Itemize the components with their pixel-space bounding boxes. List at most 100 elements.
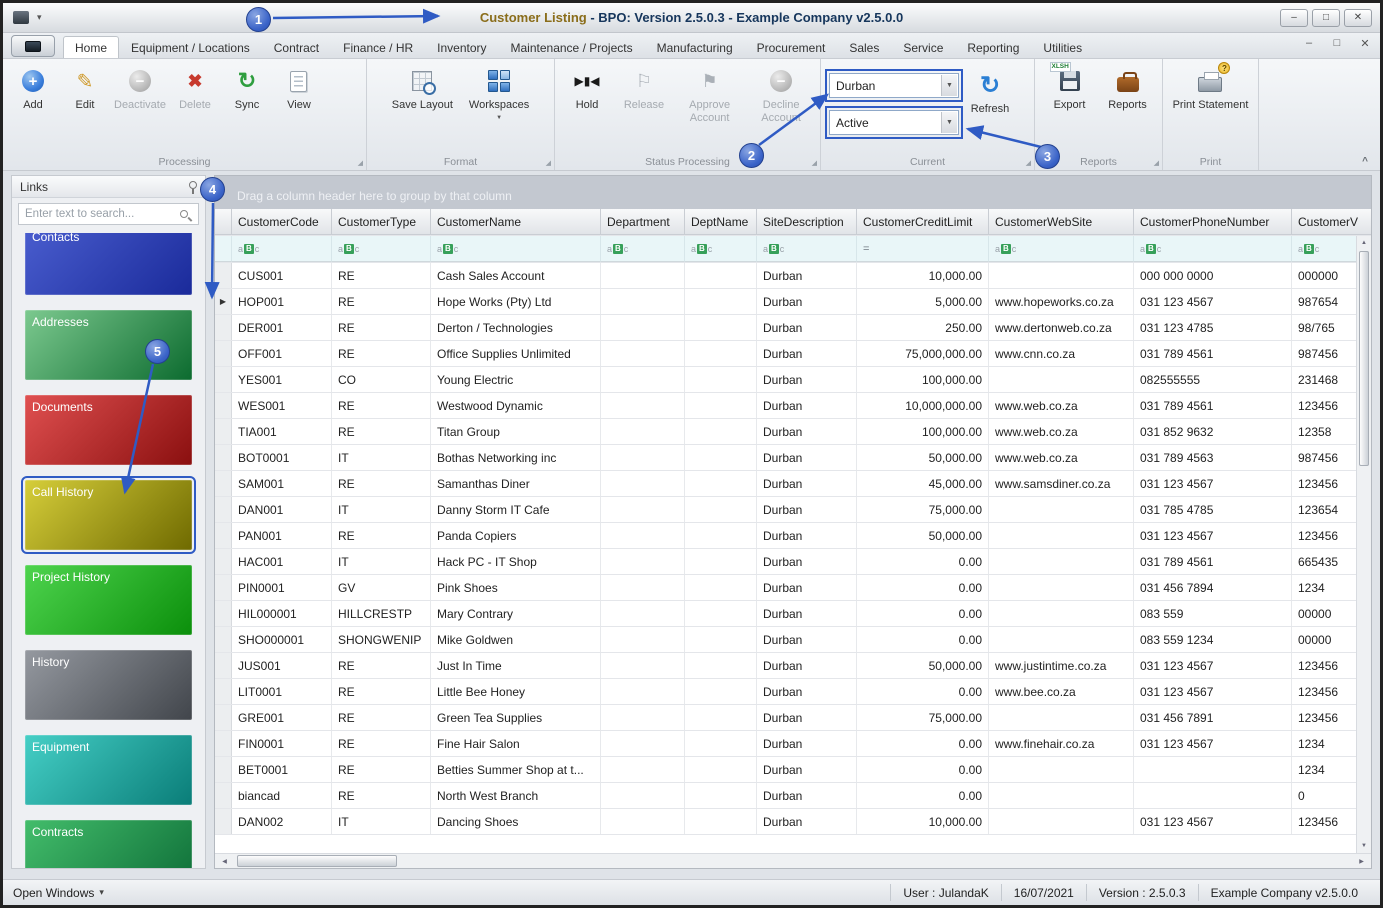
release-button[interactable]: ⚐ Release (615, 63, 673, 115)
horizontal-scrollbar[interactable]: ◀ ▶ (215, 853, 1371, 868)
column-header-department[interactable]: Department (601, 209, 685, 235)
filter-customertype[interactable]: aBc (332, 236, 431, 262)
scroll-down-icon[interactable]: ▼ (1357, 839, 1371, 853)
dialog-launcher-icon[interactable]: ◢ (1026, 159, 1031, 167)
app-icon[interactable] (13, 11, 29, 24)
delete-button[interactable]: ✖ Delete (169, 63, 221, 115)
ribbon-tab[interactable]: Inventory (425, 36, 498, 58)
column-header-customerphonenumber[interactable]: CustomerPhoneNumber (1134, 209, 1292, 235)
ribbon-tab[interactable]: Utilities (1031, 36, 1094, 58)
ribbon-tab[interactable]: Home (63, 36, 119, 58)
print-statement-button[interactable]: ? Print Statement (1170, 63, 1252, 115)
column-header-deptname[interactable]: DeptName (685, 209, 757, 235)
quick-access-chevron-icon[interactable]: ▾ (37, 12, 42, 23)
app-menu-button[interactable] (11, 35, 55, 57)
table-row[interactable]: SAM001 RE Samanthas Diner Durban 45,000.… (215, 471, 1371, 497)
table-row[interactable]: BOT0001 IT Bothas Networking inc Durban … (215, 445, 1371, 471)
hold-button[interactable]: ▶▮◀ Hold (559, 63, 615, 115)
filter-customercode[interactable]: aBc (232, 236, 332, 262)
sidebar-tile[interactable]: History (25, 650, 192, 720)
table-row[interactable]: GRE001 RE Green Tea Supplies Durban 75,0… (215, 705, 1371, 731)
vertical-scroll-thumb[interactable] (1359, 251, 1369, 466)
decline-account-button[interactable]: − Decline Account (746, 63, 816, 127)
save-layout-button[interactable]: Save Layout (389, 63, 456, 115)
dialog-launcher-icon[interactable]: ◢ (546, 159, 551, 167)
sidebar-tile[interactable]: Project History (25, 565, 192, 635)
column-header-sitedescription[interactable]: SiteDescription (757, 209, 857, 235)
approve-account-button[interactable]: ⚑ Approve Account (673, 63, 746, 127)
table-row[interactable]: PAN001 RE Panda Copiers Durban 50,000.00… (215, 523, 1371, 549)
scroll-right-icon[interactable]: ▶ (1354, 854, 1369, 868)
site-filter-select[interactable]: Durban ▼ (829, 73, 959, 98)
table-row[interactable]: JUS001 RE Just In Time Durban 50,000.00 … (215, 653, 1371, 679)
table-row[interactable]: HAC001 IT Hack PC - IT Shop Durban 0.00 … (215, 549, 1371, 575)
column-header-customerwebsite[interactable]: CustomerWebSite (989, 209, 1134, 235)
ribbon-tab[interactable]: Procurement (745, 36, 838, 58)
column-header-customercreditlimit[interactable]: CustomerCreditLimit (857, 209, 989, 235)
filter-sitedescription[interactable]: aBc (757, 236, 857, 262)
sidebar-tile[interactable]: Contacts (25, 233, 192, 295)
ribbon-tab[interactable]: Manufacturing (645, 36, 745, 58)
search-input[interactable] (25, 208, 180, 220)
pin-icon[interactable] (189, 181, 197, 189)
table-row[interactable]: biancad RE North West Branch Durban 0.00… (215, 783, 1371, 809)
window-minimize-button[interactable]: – (1280, 9, 1308, 27)
sync-button[interactable]: ↻ Sync (221, 63, 273, 115)
table-row[interactable]: TIA001 RE Titan Group Durban 100,000.00 … (215, 419, 1371, 445)
document-close-icon[interactable]: ✕ (1356, 37, 1374, 50)
sidebar-tile[interactable]: Call History (25, 480, 192, 550)
sidebar-tile[interactable]: Equipment (25, 735, 192, 805)
scroll-left-icon[interactable]: ◀ (217, 854, 232, 868)
dialog-launcher-icon[interactable]: ◢ (812, 159, 817, 167)
filter-deptname[interactable]: aBc (685, 236, 757, 262)
column-header-customername[interactable]: CustomerName (431, 209, 601, 235)
dialog-launcher-icon[interactable]: ◢ (1154, 159, 1159, 167)
table-row[interactable]: WES001 RE Westwood Dynamic Durban 10,000… (215, 393, 1371, 419)
table-row[interactable]: BET0001 RE Betties Summer Shop at t... D… (215, 757, 1371, 783)
ribbon-tab[interactable]: Contract (262, 36, 331, 58)
collapse-ribbon-icon[interactable]: ^ (1362, 156, 1368, 167)
filter-department[interactable]: aBc (601, 236, 685, 262)
sidebar-tile[interactable]: Documents (25, 395, 192, 465)
table-row[interactable]: OFF001 RE Office Supplies Unlimited Durb… (215, 341, 1371, 367)
ribbon-tab[interactable]: Finance / HR (331, 36, 425, 58)
status-filter-select[interactable]: Active ▼ (829, 110, 959, 135)
workspaces-button[interactable]: Workspaces ▼ (466, 63, 532, 124)
filter-customerwebsite[interactable]: aBc (989, 236, 1134, 262)
column-header-customervat[interactable]: CustomerV (1292, 209, 1371, 235)
window-maximize-button[interactable]: □ (1312, 9, 1340, 27)
document-restore-icon[interactable]: □ (1328, 37, 1346, 50)
table-row[interactable]: SHO000001 SHONGWENIP Mike Goldwen Durban… (215, 627, 1371, 653)
reports-button[interactable]: Reports (1102, 63, 1154, 115)
table-row[interactable]: YES001 CO Young Electric Durban 100,000.… (215, 367, 1371, 393)
table-row[interactable]: DER001 RE Derton / Technologies Durban 2… (215, 315, 1371, 341)
scroll-up-icon[interactable]: ▲ (1357, 236, 1371, 250)
table-row[interactable]: DAN002 IT Dancing Shoes Durban 10,000.00… (215, 809, 1371, 835)
document-minimize-icon[interactable]: – (1300, 37, 1318, 50)
ribbon-tab[interactable]: Reporting (955, 36, 1031, 58)
open-windows-button[interactable]: Open Windows ▾ (13, 886, 104, 900)
ribbon-tab[interactable]: Service (891, 36, 955, 58)
window-close-button[interactable]: ✕ (1344, 9, 1372, 27)
ribbon-tab[interactable]: Sales (837, 36, 891, 58)
table-row[interactable]: LIT0001 RE Little Bee Honey Durban 0.00 … (215, 679, 1371, 705)
chevron-down-icon[interactable]: ▼ (941, 112, 957, 133)
table-row[interactable]: DAN001 IT Danny Storm IT Cafe Durban 75,… (215, 497, 1371, 523)
filter-customercreditlimit[interactable]: = (857, 236, 989, 262)
sidebar-tile[interactable]: Contracts (25, 820, 192, 868)
column-header-customertype[interactable]: CustomerType (332, 209, 431, 235)
export-button[interactable]: XLSH Export (1044, 63, 1096, 115)
deactivate-button[interactable]: − Deactivate (111, 63, 169, 115)
filter-customername[interactable]: aBc (431, 236, 601, 262)
search-icon[interactable] (180, 210, 188, 218)
dialog-launcher-icon[interactable]: ◢ (358, 159, 363, 167)
column-header-customercode[interactable]: CustomerCode (232, 209, 332, 235)
table-row[interactable]: HIL000001 HILLCRESTP Mary Contrary Durba… (215, 601, 1371, 627)
chevron-down-icon[interactable]: ▼ (941, 75, 957, 96)
add-button[interactable]: + Add (7, 63, 59, 115)
filter-customerphonenumber[interactable]: aBc (1134, 236, 1292, 262)
vertical-scrollbar[interactable]: ▲ ▼ (1356, 236, 1371, 853)
view-button[interactable]: View (273, 63, 325, 115)
ribbon-tab[interactable]: Maintenance / Projects (499, 36, 645, 58)
edit-button[interactable]: ✎ Edit (59, 63, 111, 115)
